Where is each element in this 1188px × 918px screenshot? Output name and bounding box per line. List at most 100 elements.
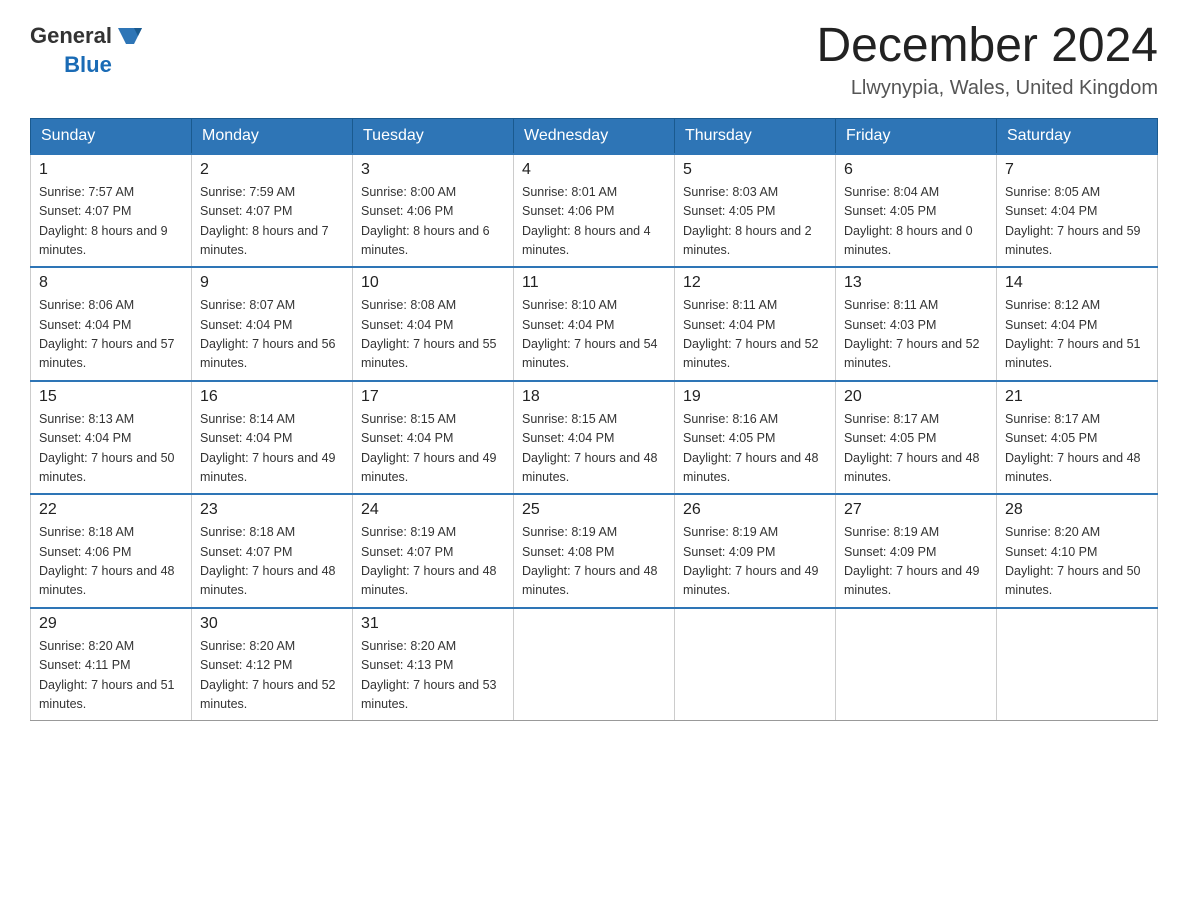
day-number: 28 <box>1005 501 1149 519</box>
daylight-label: Daylight: 7 hours and 49 minutes. <box>200 451 336 484</box>
calendar-day-cell <box>997 608 1158 721</box>
sunrise-label: Sunrise: 8:18 AM <box>39 525 134 539</box>
sunset-label: Sunset: 4:04 PM <box>200 431 292 445</box>
daylight-label: Daylight: 7 hours and 48 minutes. <box>1005 451 1141 484</box>
page-title: December 2024 <box>816 20 1158 73</box>
sunset-label: Sunset: 4:05 PM <box>683 431 775 445</box>
daylight-label: Daylight: 7 hours and 48 minutes. <box>361 564 497 597</box>
day-number: 16 <box>200 388 344 406</box>
calendar-table: Sunday Monday Tuesday Wednesday Thursday… <box>30 118 1158 722</box>
sunrise-label: Sunrise: 8:18 AM <box>200 525 295 539</box>
sunrise-label: Sunrise: 7:57 AM <box>39 185 134 199</box>
day-info: Sunrise: 8:12 AM Sunset: 4:04 PM Dayligh… <box>1005 296 1149 374</box>
sunset-label: Sunset: 4:10 PM <box>1005 545 1097 559</box>
sunrise-label: Sunrise: 8:08 AM <box>361 298 456 312</box>
day-info: Sunrise: 8:05 AM Sunset: 4:04 PM Dayligh… <box>1005 183 1149 261</box>
daylight-label: Daylight: 7 hours and 49 minutes. <box>683 564 819 597</box>
sunset-label: Sunset: 4:04 PM <box>522 431 614 445</box>
sunrise-label: Sunrise: 8:16 AM <box>683 412 778 426</box>
daylight-label: Daylight: 7 hours and 48 minutes. <box>39 564 175 597</box>
day-info: Sunrise: 8:08 AM Sunset: 4:04 PM Dayligh… <box>361 296 505 374</box>
header-monday: Monday <box>192 118 353 154</box>
day-info: Sunrise: 8:03 AM Sunset: 4:05 PM Dayligh… <box>683 183 827 261</box>
calendar-day-cell: 18 Sunrise: 8:15 AM Sunset: 4:04 PM Dayl… <box>514 381 675 495</box>
day-info: Sunrise: 8:19 AM Sunset: 4:09 PM Dayligh… <box>683 523 827 601</box>
daylight-label: Daylight: 7 hours and 50 minutes. <box>39 451 175 484</box>
daylight-label: Daylight: 8 hours and 7 minutes. <box>200 224 329 257</box>
calendar-day-cell: 7 Sunrise: 8:05 AM Sunset: 4:04 PM Dayli… <box>997 154 1158 268</box>
day-number: 31 <box>361 615 505 633</box>
header-tuesday: Tuesday <box>353 118 514 154</box>
day-number: 1 <box>39 161 183 179</box>
daylight-label: Daylight: 8 hours and 2 minutes. <box>683 224 812 257</box>
calendar-day-cell: 19 Sunrise: 8:16 AM Sunset: 4:05 PM Dayl… <box>675 381 836 495</box>
page-subtitle: Llwynypia, Wales, United Kingdom <box>816 77 1158 100</box>
day-number: 25 <box>522 501 666 519</box>
day-info: Sunrise: 8:20 AM Sunset: 4:13 PM Dayligh… <box>361 637 505 715</box>
day-info: Sunrise: 8:20 AM Sunset: 4:11 PM Dayligh… <box>39 637 183 715</box>
calendar-day-cell: 12 Sunrise: 8:11 AM Sunset: 4:04 PM Dayl… <box>675 267 836 381</box>
sunset-label: Sunset: 4:06 PM <box>39 545 131 559</box>
sunrise-label: Sunrise: 8:20 AM <box>200 639 295 653</box>
sunrise-label: Sunrise: 8:12 AM <box>1005 298 1100 312</box>
header-wednesday: Wednesday <box>514 118 675 154</box>
sunset-label: Sunset: 4:11 PM <box>39 658 131 672</box>
sunrise-label: Sunrise: 8:19 AM <box>844 525 939 539</box>
day-info: Sunrise: 8:14 AM Sunset: 4:04 PM Dayligh… <box>200 410 344 488</box>
sunset-label: Sunset: 4:04 PM <box>200 318 292 332</box>
calendar-day-cell: 15 Sunrise: 8:13 AM Sunset: 4:04 PM Dayl… <box>31 381 192 495</box>
calendar-day-cell: 4 Sunrise: 8:01 AM Sunset: 4:06 PM Dayli… <box>514 154 675 268</box>
calendar-day-cell: 29 Sunrise: 8:20 AM Sunset: 4:11 PM Dayl… <box>31 608 192 721</box>
day-info: Sunrise: 8:04 AM Sunset: 4:05 PM Dayligh… <box>844 183 988 261</box>
day-number: 12 <box>683 274 827 292</box>
sunset-label: Sunset: 4:09 PM <box>844 545 936 559</box>
calendar-day-cell: 11 Sunrise: 8:10 AM Sunset: 4:04 PM Dayl… <box>514 267 675 381</box>
day-number: 29 <box>39 615 183 633</box>
day-number: 2 <box>200 161 344 179</box>
day-number: 15 <box>39 388 183 406</box>
day-info: Sunrise: 8:11 AM Sunset: 4:03 PM Dayligh… <box>844 296 988 374</box>
day-number: 7 <box>1005 161 1149 179</box>
day-number: 23 <box>200 501 344 519</box>
sunset-label: Sunset: 4:07 PM <box>361 545 453 559</box>
calendar-day-cell: 3 Sunrise: 8:00 AM Sunset: 4:06 PM Dayli… <box>353 154 514 268</box>
day-number: 10 <box>361 274 505 292</box>
day-number: 19 <box>683 388 827 406</box>
sunset-label: Sunset: 4:07 PM <box>39 204 131 218</box>
sunrise-label: Sunrise: 8:17 AM <box>1005 412 1100 426</box>
sunset-label: Sunset: 4:13 PM <box>361 658 453 672</box>
sunset-label: Sunset: 4:06 PM <box>361 204 453 218</box>
day-number: 18 <box>522 388 666 406</box>
calendar-day-cell: 26 Sunrise: 8:19 AM Sunset: 4:09 PM Dayl… <box>675 494 836 608</box>
sunrise-label: Sunrise: 8:15 AM <box>522 412 617 426</box>
day-number: 21 <box>1005 388 1149 406</box>
sunset-label: Sunset: 4:04 PM <box>361 431 453 445</box>
sunset-label: Sunset: 4:05 PM <box>1005 431 1097 445</box>
calendar-day-cell: 30 Sunrise: 8:20 AM Sunset: 4:12 PM Dayl… <box>192 608 353 721</box>
calendar-day-cell: 17 Sunrise: 8:15 AM Sunset: 4:04 PM Dayl… <box>353 381 514 495</box>
day-info: Sunrise: 8:00 AM Sunset: 4:06 PM Dayligh… <box>361 183 505 261</box>
daylight-label: Daylight: 7 hours and 48 minutes. <box>683 451 819 484</box>
daylight-label: Daylight: 7 hours and 50 minutes. <box>1005 564 1141 597</box>
logo: General Blue <box>30 20 146 78</box>
day-info: Sunrise: 7:59 AM Sunset: 4:07 PM Dayligh… <box>200 183 344 261</box>
calendar-day-cell: 27 Sunrise: 8:19 AM Sunset: 4:09 PM Dayl… <box>836 494 997 608</box>
calendar-header-row: Sunday Monday Tuesday Wednesday Thursday… <box>31 118 1158 154</box>
calendar-week-row: 15 Sunrise: 8:13 AM Sunset: 4:04 PM Dayl… <box>31 381 1158 495</box>
daylight-label: Daylight: 8 hours and 9 minutes. <box>39 224 168 257</box>
calendar-day-cell: 9 Sunrise: 8:07 AM Sunset: 4:04 PM Dayli… <box>192 267 353 381</box>
sunrise-label: Sunrise: 8:20 AM <box>1005 525 1100 539</box>
calendar-day-cell: 16 Sunrise: 8:14 AM Sunset: 4:04 PM Dayl… <box>192 381 353 495</box>
calendar-day-cell: 13 Sunrise: 8:11 AM Sunset: 4:03 PM Dayl… <box>836 267 997 381</box>
day-info: Sunrise: 8:17 AM Sunset: 4:05 PM Dayligh… <box>844 410 988 488</box>
sunset-label: Sunset: 4:12 PM <box>200 658 292 672</box>
sunrise-label: Sunrise: 8:05 AM <box>1005 185 1100 199</box>
logo-icon <box>114 20 146 52</box>
sunrise-label: Sunrise: 8:11 AM <box>683 298 777 312</box>
sunset-label: Sunset: 4:04 PM <box>39 431 131 445</box>
sunrise-label: Sunrise: 8:19 AM <box>683 525 778 539</box>
day-info: Sunrise: 8:19 AM Sunset: 4:08 PM Dayligh… <box>522 523 666 601</box>
day-info: Sunrise: 8:19 AM Sunset: 4:09 PM Dayligh… <box>844 523 988 601</box>
day-info: Sunrise: 8:18 AM Sunset: 4:06 PM Dayligh… <box>39 523 183 601</box>
sunrise-label: Sunrise: 8:15 AM <box>361 412 456 426</box>
